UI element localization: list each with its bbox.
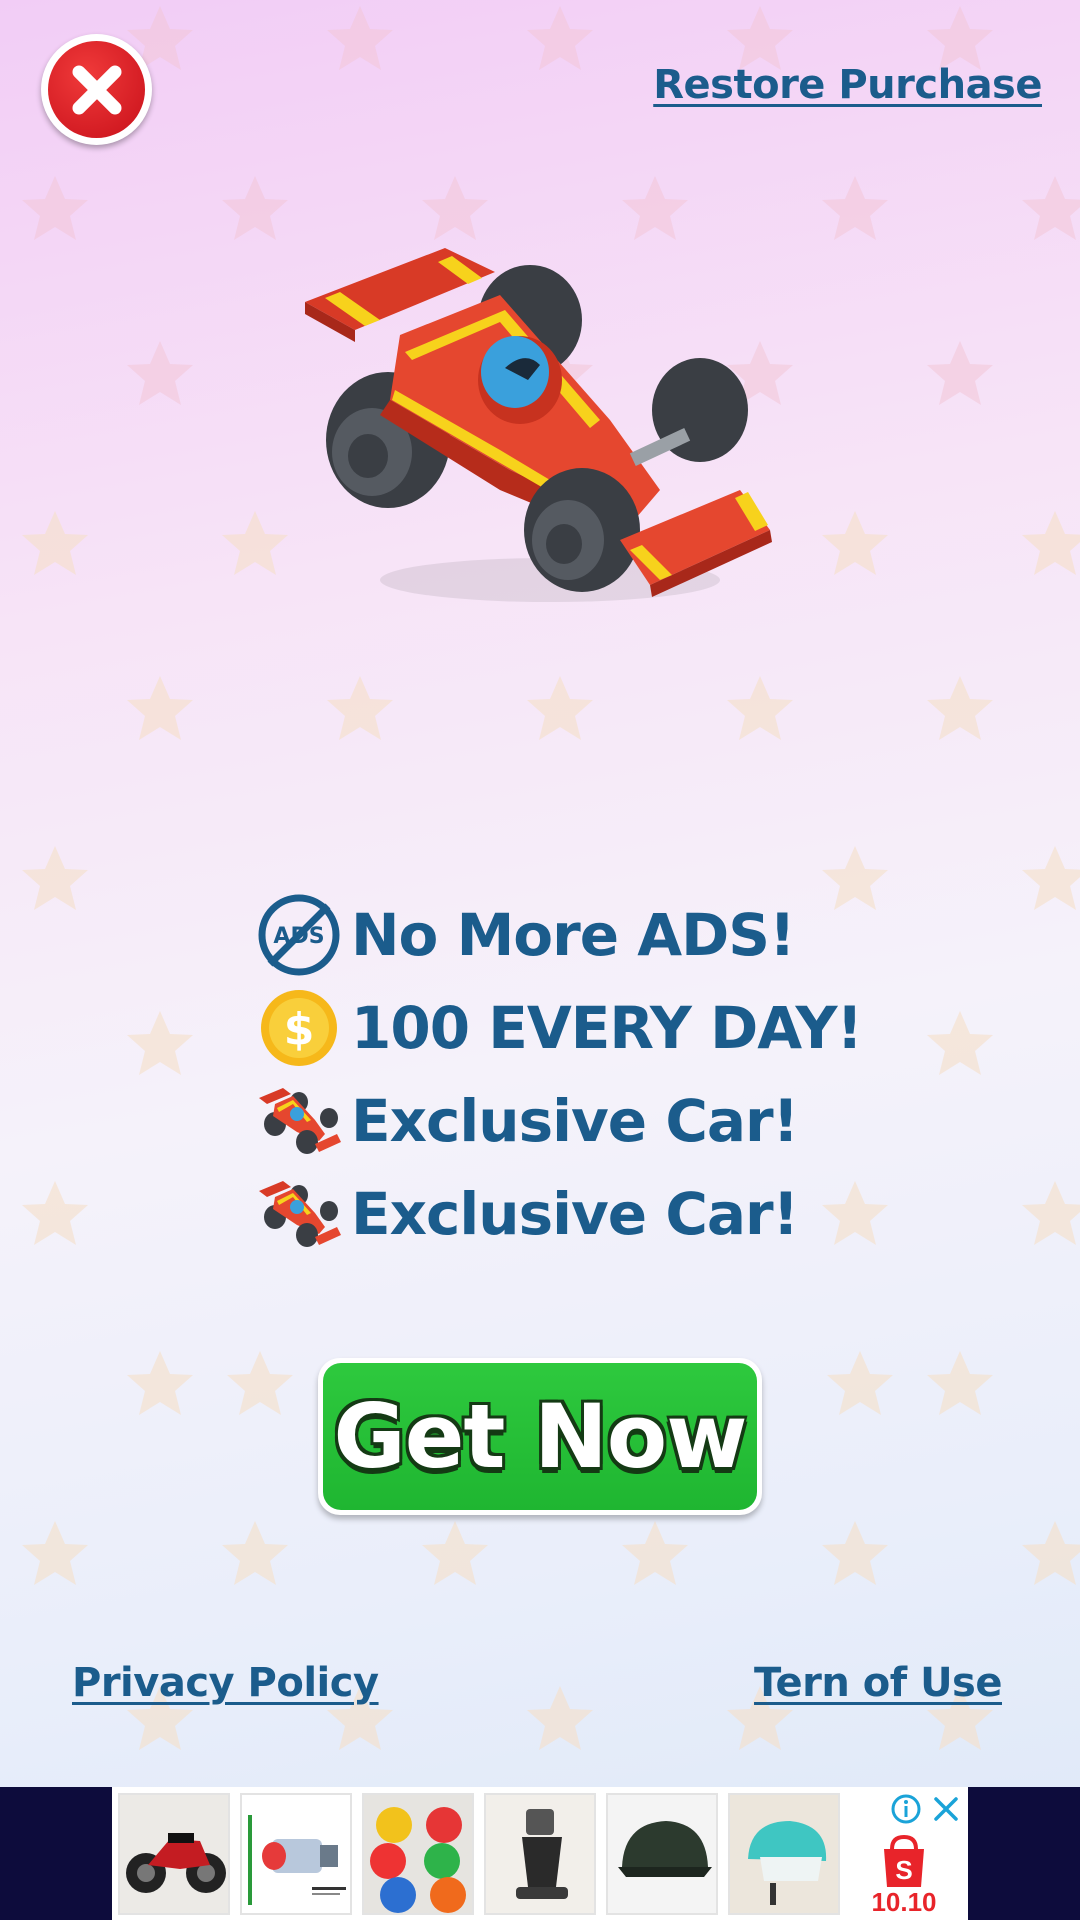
info-icon[interactable] bbox=[890, 1793, 922, 1825]
get-now-label: Get Now bbox=[333, 1385, 747, 1488]
feature-item-exclusive-car: Exclusive Car! bbox=[255, 1074, 875, 1167]
close-icon bbox=[72, 65, 121, 114]
close-button[interactable] bbox=[41, 34, 152, 145]
svg-text:ADS: ADS bbox=[273, 924, 324, 949]
ad-product-headlight[interactable] bbox=[240, 1793, 352, 1915]
shopping-bag-icon: S bbox=[884, 1834, 924, 1887]
no-ads-icon: ADS bbox=[258, 894, 340, 975]
get-now-button[interactable]: Get Now bbox=[318, 1358, 762, 1515]
feature-item-no-ads: ADS No More ADS! bbox=[255, 888, 875, 981]
feature-label: No More ADS! bbox=[351, 900, 796, 969]
feature-label: Exclusive Car! bbox=[351, 1179, 799, 1248]
sale-badge-text: 10.10 bbox=[871, 1887, 937, 1917]
restore-purchase-link[interactable]: Restore Purchase bbox=[653, 62, 1042, 108]
privacy-policy-link[interactable]: Privacy Policy bbox=[72, 1660, 379, 1706]
ad-product-kids-helmet[interactable] bbox=[728, 1793, 840, 1915]
race-car-icon bbox=[305, 248, 772, 602]
feature-item-daily-coins: $ 100 EVERY DAY! bbox=[255, 981, 875, 1074]
ad-close-icon[interactable] bbox=[930, 1793, 962, 1825]
shop-logo[interactable]: S 10.10 bbox=[864, 1833, 944, 1919]
ad-product-helmets[interactable] bbox=[362, 1793, 474, 1915]
race-car-icon bbox=[259, 1180, 341, 1247]
feature-list: ADS No More ADS! $ 100 EVERY DAY! Exclus… bbox=[255, 888, 875, 1260]
ad-product-holder[interactable] bbox=[484, 1793, 596, 1915]
ad-product-motorbike[interactable] bbox=[118, 1793, 230, 1915]
svg-text:$: $ bbox=[284, 1004, 315, 1055]
feature-item-exclusive-car: Exclusive Car! bbox=[255, 1167, 875, 1260]
ad-product-black-helmet[interactable] bbox=[606, 1793, 718, 1915]
terms-of-use-link[interactable]: Tern of Use bbox=[754, 1660, 1002, 1706]
race-car-icon bbox=[259, 1087, 341, 1154]
coin-icon: $ bbox=[261, 989, 337, 1066]
feature-label: Exclusive Car! bbox=[351, 1086, 799, 1155]
ad-content[interactable]: S 10.10 bbox=[112, 1787, 968, 1920]
svg-text:S: S bbox=[895, 1855, 912, 1885]
ad-banner[interactable]: S 10.10 bbox=[0, 1787, 1080, 1920]
feature-label: 100 EVERY DAY! bbox=[351, 993, 863, 1062]
